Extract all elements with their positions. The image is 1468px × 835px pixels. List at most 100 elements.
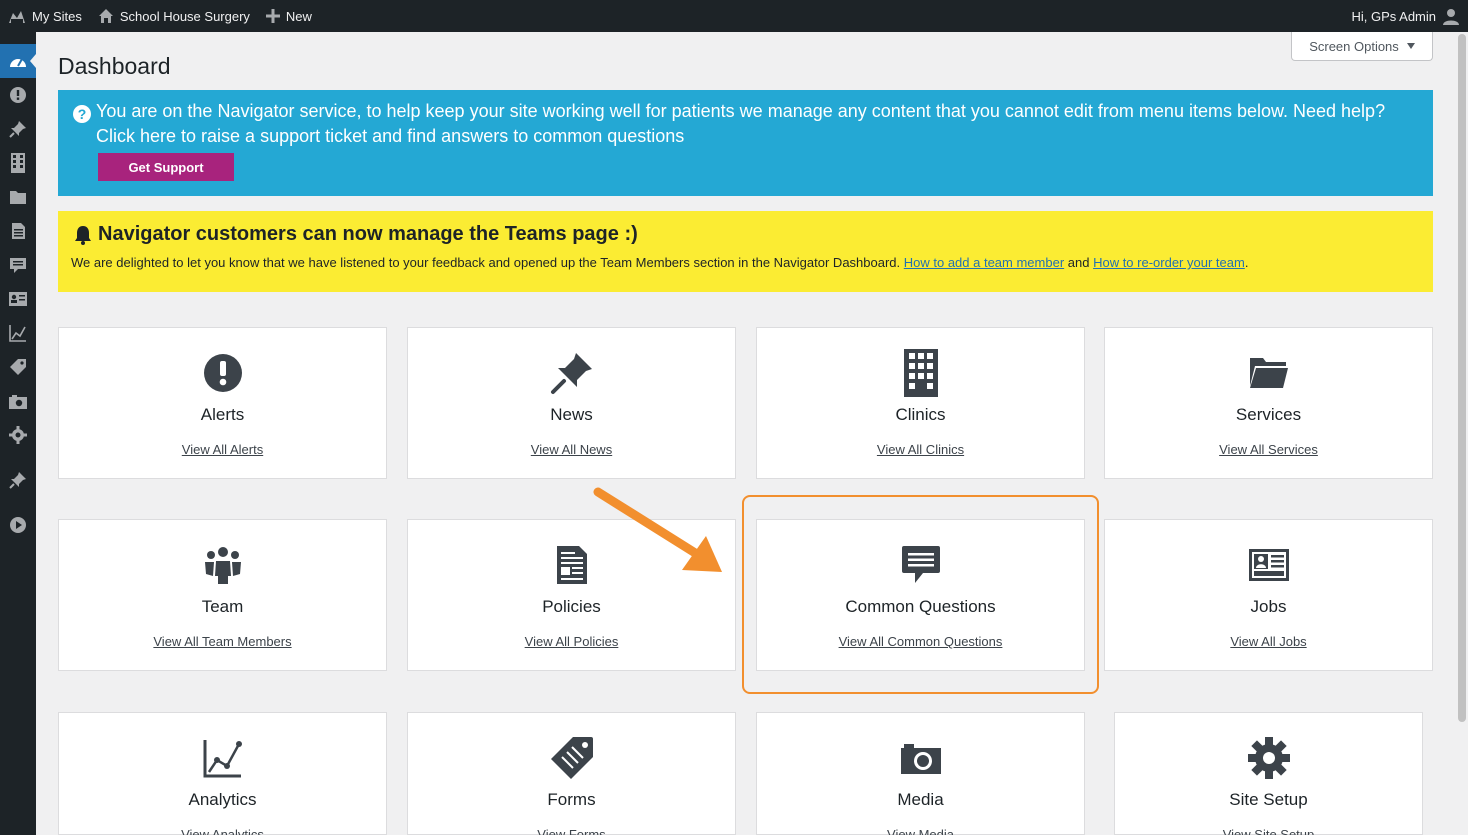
announcement-heading: Navigator customers can now manage the T… xyxy=(74,223,638,246)
card-alerts: Alerts View All Alerts xyxy=(58,327,387,479)
pushpin-icon xyxy=(9,472,26,489)
menu-media[interactable] xyxy=(0,384,36,418)
id-card-icon xyxy=(1248,549,1289,581)
view-all-services-link[interactable]: View All Services xyxy=(1105,442,1432,457)
menu-site-setup[interactable] xyxy=(0,418,36,452)
menu-services[interactable] xyxy=(0,180,36,214)
page-title: Dashboard xyxy=(58,53,171,79)
plus-icon xyxy=(265,9,280,23)
navigator-notice: ? You are on the Navigator service, to h… xyxy=(58,90,1433,196)
gear-icon xyxy=(9,426,27,444)
alert-icon xyxy=(203,354,242,392)
card-forms: Forms View Forms xyxy=(407,712,736,835)
dashboard-icon xyxy=(10,58,26,67)
reorder-team-link[interactable]: How to re-order your team xyxy=(1093,255,1245,270)
view-all-jobs-link[interactable]: View All Jobs xyxy=(1105,634,1432,649)
annotation-arrow xyxy=(593,487,722,572)
card-team: Team View All Team Members xyxy=(58,519,387,671)
question-icon: ? xyxy=(73,105,91,123)
building-icon xyxy=(903,349,938,397)
greeting-label: Hi, GPs Admin xyxy=(1351,8,1436,24)
view-all-news-link[interactable]: View All News xyxy=(408,442,735,457)
id-card-icon xyxy=(9,292,27,306)
menu-news[interactable] xyxy=(0,112,36,146)
card-title: Policies xyxy=(542,597,601,616)
card-title: Alerts xyxy=(200,405,245,424)
navigator-notice-text[interactable]: You are on the Navigator service, to hel… xyxy=(96,99,1416,149)
card-title: Clinics xyxy=(895,405,946,424)
tag-icon xyxy=(550,737,593,779)
analytics-icon xyxy=(9,325,26,342)
document-icon xyxy=(556,546,587,584)
analytics-icon xyxy=(203,740,242,778)
new-content-menu[interactable]: New xyxy=(258,0,320,32)
folder-icon xyxy=(1249,358,1288,388)
view-all-policies-link[interactable]: View All Policies xyxy=(408,634,735,649)
screen-options-label: Screen Options xyxy=(1309,38,1399,54)
card-jobs: Jobs View All Jobs xyxy=(1104,519,1433,671)
card-title: Analytics xyxy=(188,790,257,809)
view-site-setup-link[interactable]: View Site Setup xyxy=(1115,827,1422,835)
view-all-clinics-link[interactable]: View All Clinics xyxy=(757,442,1084,457)
scrollbar-thumb[interactable] xyxy=(1458,34,1466,722)
menu-policies[interactable] xyxy=(0,214,36,248)
scrollbar[interactable] xyxy=(1456,32,1468,835)
comment-icon xyxy=(10,257,26,273)
view-media-link[interactable]: View Media xyxy=(757,827,1084,835)
tag-icon xyxy=(10,359,26,375)
alert-icon xyxy=(10,87,26,103)
menu-analytics[interactable] xyxy=(0,316,36,350)
add-team-member-link[interactable]: How to add a team member xyxy=(904,255,1064,270)
announcement-body-text: We are delighted to let you know that we… xyxy=(71,255,904,270)
play-circle-icon xyxy=(10,517,26,533)
highlight-box xyxy=(742,495,1099,694)
card-title: Site Setup xyxy=(1229,790,1308,809)
announcement-heading-text: Navigator customers can now manage the T… xyxy=(98,223,638,245)
card-title: News xyxy=(550,405,593,424)
menu-forms[interactable] xyxy=(0,350,36,384)
card-analytics: Analytics View Analytics xyxy=(58,712,387,835)
menu-alerts[interactable] xyxy=(0,78,36,112)
menu-common-questions[interactable] xyxy=(0,248,36,282)
view-all-team-members-link[interactable]: View All Team Members xyxy=(59,634,386,649)
building-icon xyxy=(11,153,25,173)
card-media: Media View Media xyxy=(756,712,1085,835)
card-clinics: Clinics View All Clinics xyxy=(756,327,1085,479)
menu-clinics[interactable] xyxy=(0,146,36,180)
bell-icon xyxy=(75,225,91,245)
pushpin-icon xyxy=(550,353,592,394)
announcement-body-end: . xyxy=(1244,255,1249,270)
card-title: Team xyxy=(201,597,244,616)
admin-bar: My Sites School House Surgery New Hi, GP… xyxy=(0,0,1468,32)
account-menu[interactable]: Hi, GPs Admin xyxy=(1351,0,1460,32)
menu-collapse[interactable] xyxy=(0,508,36,542)
camera-icon xyxy=(9,394,27,409)
folder-icon xyxy=(10,190,26,204)
view-all-alerts-link[interactable]: View All Alerts xyxy=(59,442,386,457)
menu-jobs[interactable] xyxy=(0,282,36,316)
menu-pinned[interactable] xyxy=(0,463,36,497)
view-analytics-link[interactable]: View Analytics xyxy=(59,827,386,835)
card-title: Jobs xyxy=(1250,597,1287,616)
get-support-button[interactable]: Get Support xyxy=(98,153,234,181)
pushpin-icon xyxy=(9,121,26,138)
gear-icon xyxy=(1247,737,1290,779)
site-name-label: School House Surgery xyxy=(119,8,250,24)
view-forms-link[interactable]: View Forms xyxy=(408,827,735,835)
card-title: Media xyxy=(897,790,944,809)
camera-icon xyxy=(900,744,941,774)
menu-dashboard[interactable] xyxy=(0,44,36,78)
home-icon xyxy=(98,9,113,23)
card-title: Services xyxy=(1235,405,1302,424)
site-name-menu[interactable]: School House Surgery xyxy=(90,0,258,32)
screen-options-button[interactable]: Screen Options xyxy=(1291,32,1433,61)
teams-announcement: Navigator customers can now manage the T… xyxy=(58,211,1433,292)
announcement-body-and: and xyxy=(1064,255,1094,270)
new-label: New xyxy=(285,8,312,24)
caret-down-icon xyxy=(1406,43,1415,49)
card-title: Forms xyxy=(547,790,596,809)
card-news: News View All News xyxy=(407,327,736,479)
my-sites-menu[interactable]: My Sites xyxy=(0,0,90,32)
groups-icon xyxy=(204,547,241,584)
admin-side-menu xyxy=(0,32,36,835)
